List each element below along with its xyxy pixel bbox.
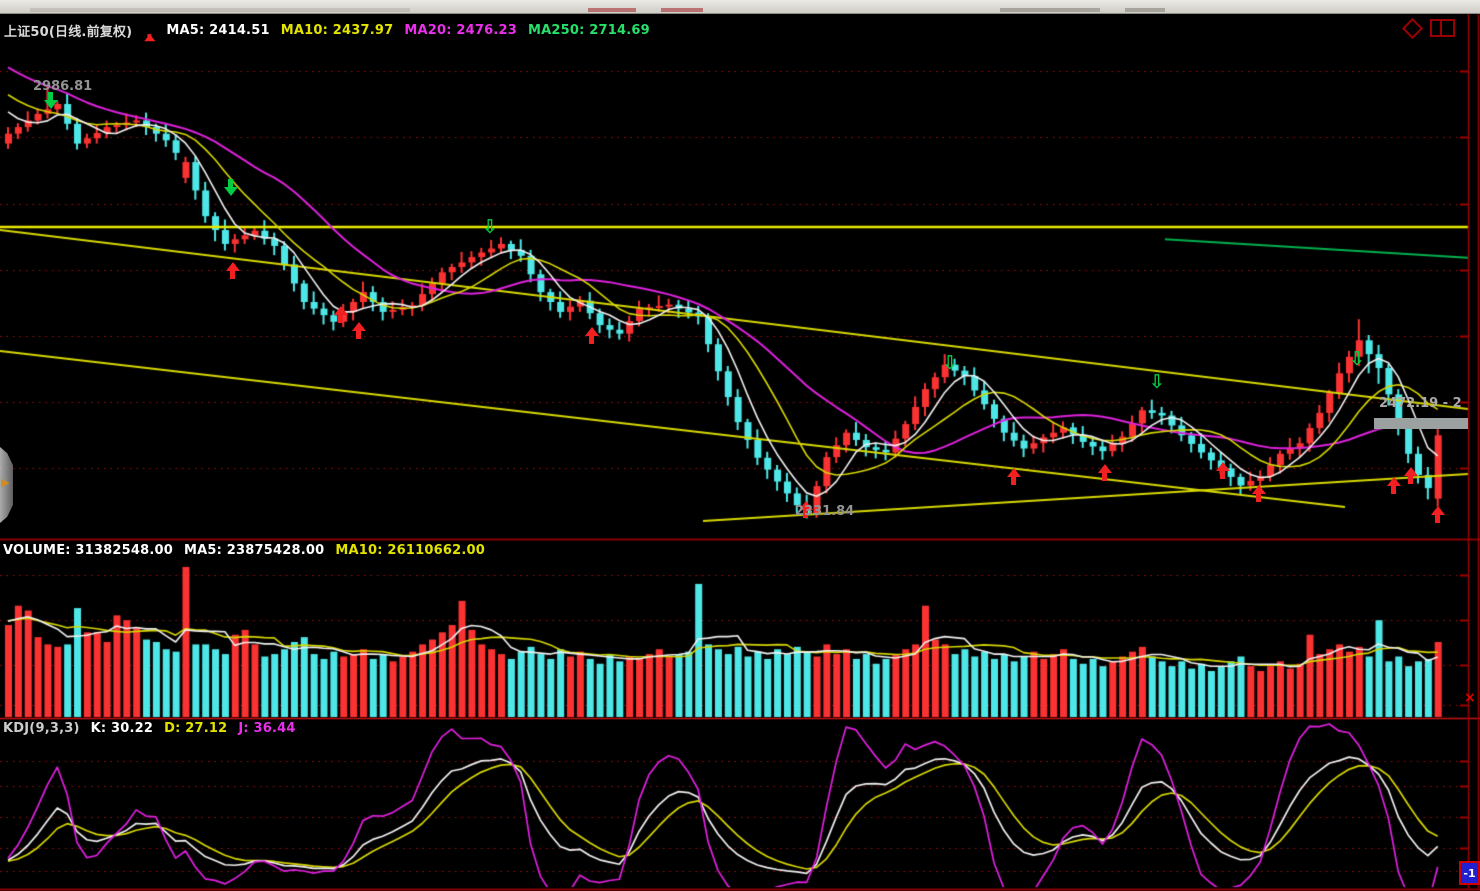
volume-ma5-value: MA5: 23875428.00 [184, 543, 324, 558]
instrument-title: 上证50(日线.前复权) [4, 21, 132, 40]
trough-price-annotation: 2331.84 [795, 504, 854, 519]
kdj-d-value: D: 27.12 [164, 721, 227, 736]
volume-ma10-value: MA10: 26110662.00 [335, 543, 485, 558]
kdj-j-value: J: 36.44 [238, 721, 295, 736]
range-highlight-box [1374, 418, 1468, 429]
toolbar-crop-mark [1000, 8, 1100, 12]
chart-canvas [0, 0, 1480, 891]
volume-value: VOLUME: 31382548.00 [3, 543, 173, 558]
toolbar-crop-mark [30, 8, 410, 12]
window-split-icon[interactable] [1430, 19, 1455, 37]
trading-app-window: 上证50(日线.前复权) MA5: 2414.51 MA10: 2437.97 … [0, 0, 1480, 891]
kdj-k-value: K: 30.22 [91, 721, 154, 736]
ma5-value: MA5: 2414.51 [166, 23, 269, 38]
toolbar-crop-mark-red [588, 8, 636, 12]
toolbar-crop-mark [1125, 8, 1165, 12]
close-icon[interactable]: × [1464, 691, 1476, 705]
page-badge[interactable]: -1 [1459, 861, 1480, 885]
up-arrow-icon [145, 22, 155, 39]
ma20-value: MA20: 2476.23 [404, 23, 517, 38]
kdj-name: KDJ(9,3,3) [3, 721, 80, 736]
peak-price-annotation: 2986.81 [33, 79, 92, 94]
expand-arrow-icon: ▶ [1, 477, 9, 488]
range-annotation: 2472.19 - 2 [1379, 396, 1462, 411]
ma250-value: MA250: 2714.69 [528, 23, 650, 38]
volume-header: VOLUME: 31382548.00 MA5: 23875428.00 MA1… [3, 543, 485, 558]
ma10-value: MA10: 2437.97 [281, 23, 394, 38]
top-toolbar[interactable] [0, 0, 1480, 14]
kdj-header: KDJ(9,3,3) K: 30.22 D: 27.12 J: 36.44 [3, 721, 296, 736]
toolbar-crop-mark-red [661, 8, 703, 12]
main-chart-header: 上证50(日线.前复权) MA5: 2414.51 MA10: 2437.97 … [4, 20, 650, 41]
